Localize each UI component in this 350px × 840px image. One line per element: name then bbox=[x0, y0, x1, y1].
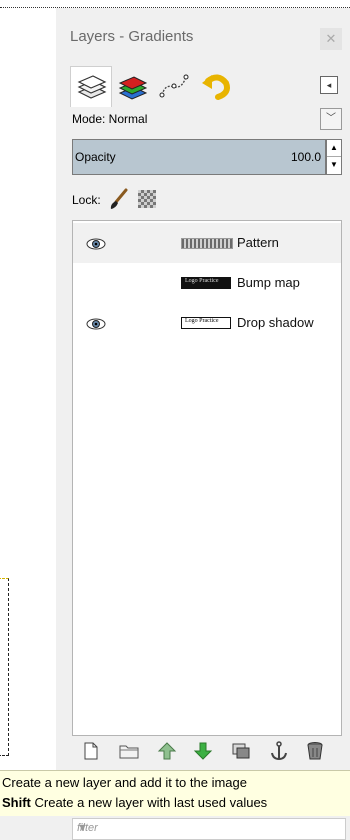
opacity-control[interactable]: Opacity 100.0 ▲ ▼ bbox=[72, 139, 342, 175]
delete-layer-icon[interactable] bbox=[304, 740, 326, 762]
new-layer-icon[interactable] bbox=[80, 740, 102, 762]
layer-thumb-text: Logo Practice bbox=[185, 278, 219, 284]
tab-layers[interactable] bbox=[70, 66, 112, 107]
new-layer-group-icon[interactable] bbox=[118, 740, 140, 762]
tooltip-line-1: Create a new layer and add it to the ima… bbox=[2, 775, 247, 790]
opacity-slider[interactable]: Opacity 100.0 bbox=[72, 139, 326, 175]
layer-name: Pattern bbox=[237, 235, 279, 250]
layer-thumbnail: Logo Practice bbox=[181, 277, 231, 289]
tab-menu-icon[interactable]: ◂ bbox=[320, 76, 338, 94]
dock-tabs: ◂ bbox=[70, 66, 340, 107]
layer-thumbnail: Logo Practice bbox=[181, 317, 231, 329]
anchor-layer-icon[interactable] bbox=[268, 740, 290, 762]
lock-pixels-brush-icon[interactable] bbox=[108, 188, 130, 210]
channels-icon bbox=[118, 76, 148, 100]
layers-toolbar bbox=[72, 738, 342, 764]
duplicate-layer-icon[interactable] bbox=[230, 740, 252, 762]
layer-row-pattern[interactable]: Pattern bbox=[73, 223, 341, 263]
chevron-down-icon[interactable]: ﹀ bbox=[320, 108, 342, 130]
selection-marching-ants bbox=[0, 578, 9, 756]
chevron-down-icon[interactable]: ▼ bbox=[77, 822, 339, 834]
tooltip: Create a new layer and add it to the ima… bbox=[0, 770, 350, 818]
layers-list: Pattern Logo Practice Bump map Logo Prac… bbox=[72, 220, 342, 736]
opacity-spinner[interactable]: ▲ ▼ bbox=[326, 139, 342, 175]
mode-selector[interactable]: Mode: Normal ﹀ bbox=[72, 108, 342, 130]
lock-label: Lock: bbox=[72, 193, 101, 207]
mode-label: Mode: Normal bbox=[72, 112, 148, 126]
filter-bar: filter ▼ bbox=[0, 816, 350, 840]
layer-row-bump-map[interactable]: Logo Practice Bump map bbox=[73, 263, 341, 303]
paths-icon bbox=[159, 74, 189, 98]
eye-icon[interactable] bbox=[85, 237, 107, 251]
layers-dock: Layers - Gradients ✕ ◂ Mode: Normal ﹀ Op… bbox=[56, 8, 350, 770]
layer-name: Bump map bbox=[237, 275, 300, 290]
spin-down-icon[interactable]: ▼ bbox=[327, 157, 341, 173]
tab-paths[interactable] bbox=[154, 66, 194, 106]
filter-input[interactable]: filter ▼ bbox=[72, 818, 346, 840]
tooltip-modifier-key: Shift bbox=[2, 795, 31, 810]
layer-thumb-text: Logo Practice bbox=[185, 318, 219, 324]
close-icon[interactable]: ✕ bbox=[320, 28, 342, 50]
eye-icon[interactable] bbox=[85, 317, 107, 331]
tooltip-line-2: Shift Create a new layer with last used … bbox=[2, 795, 267, 810]
layer-row-drop-shadow[interactable]: Logo Practice Drop shadow bbox=[73, 303, 341, 343]
lock-alpha-icon[interactable] bbox=[138, 190, 156, 208]
tab-undo-history[interactable] bbox=[196, 66, 236, 106]
top-ruler bbox=[0, 0, 350, 8]
tab-channels[interactable] bbox=[112, 66, 152, 106]
undo-icon bbox=[202, 74, 230, 100]
dock-title: Layers - Gradients bbox=[70, 28, 194, 45]
layer-name: Drop shadow bbox=[237, 315, 314, 330]
layers-icon bbox=[77, 75, 107, 99]
opacity-label: Opacity bbox=[75, 150, 116, 164]
spin-up-icon[interactable]: ▲ bbox=[327, 140, 341, 157]
opacity-value: 100.0 bbox=[290, 150, 321, 164]
lower-layer-icon[interactable] bbox=[192, 740, 214, 762]
layer-thumbnail bbox=[181, 238, 233, 249]
raise-layer-icon[interactable] bbox=[156, 740, 178, 762]
lock-row: Lock: bbox=[72, 188, 342, 212]
tooltip-line-2-text: Create a new layer with last used values bbox=[30, 795, 268, 810]
